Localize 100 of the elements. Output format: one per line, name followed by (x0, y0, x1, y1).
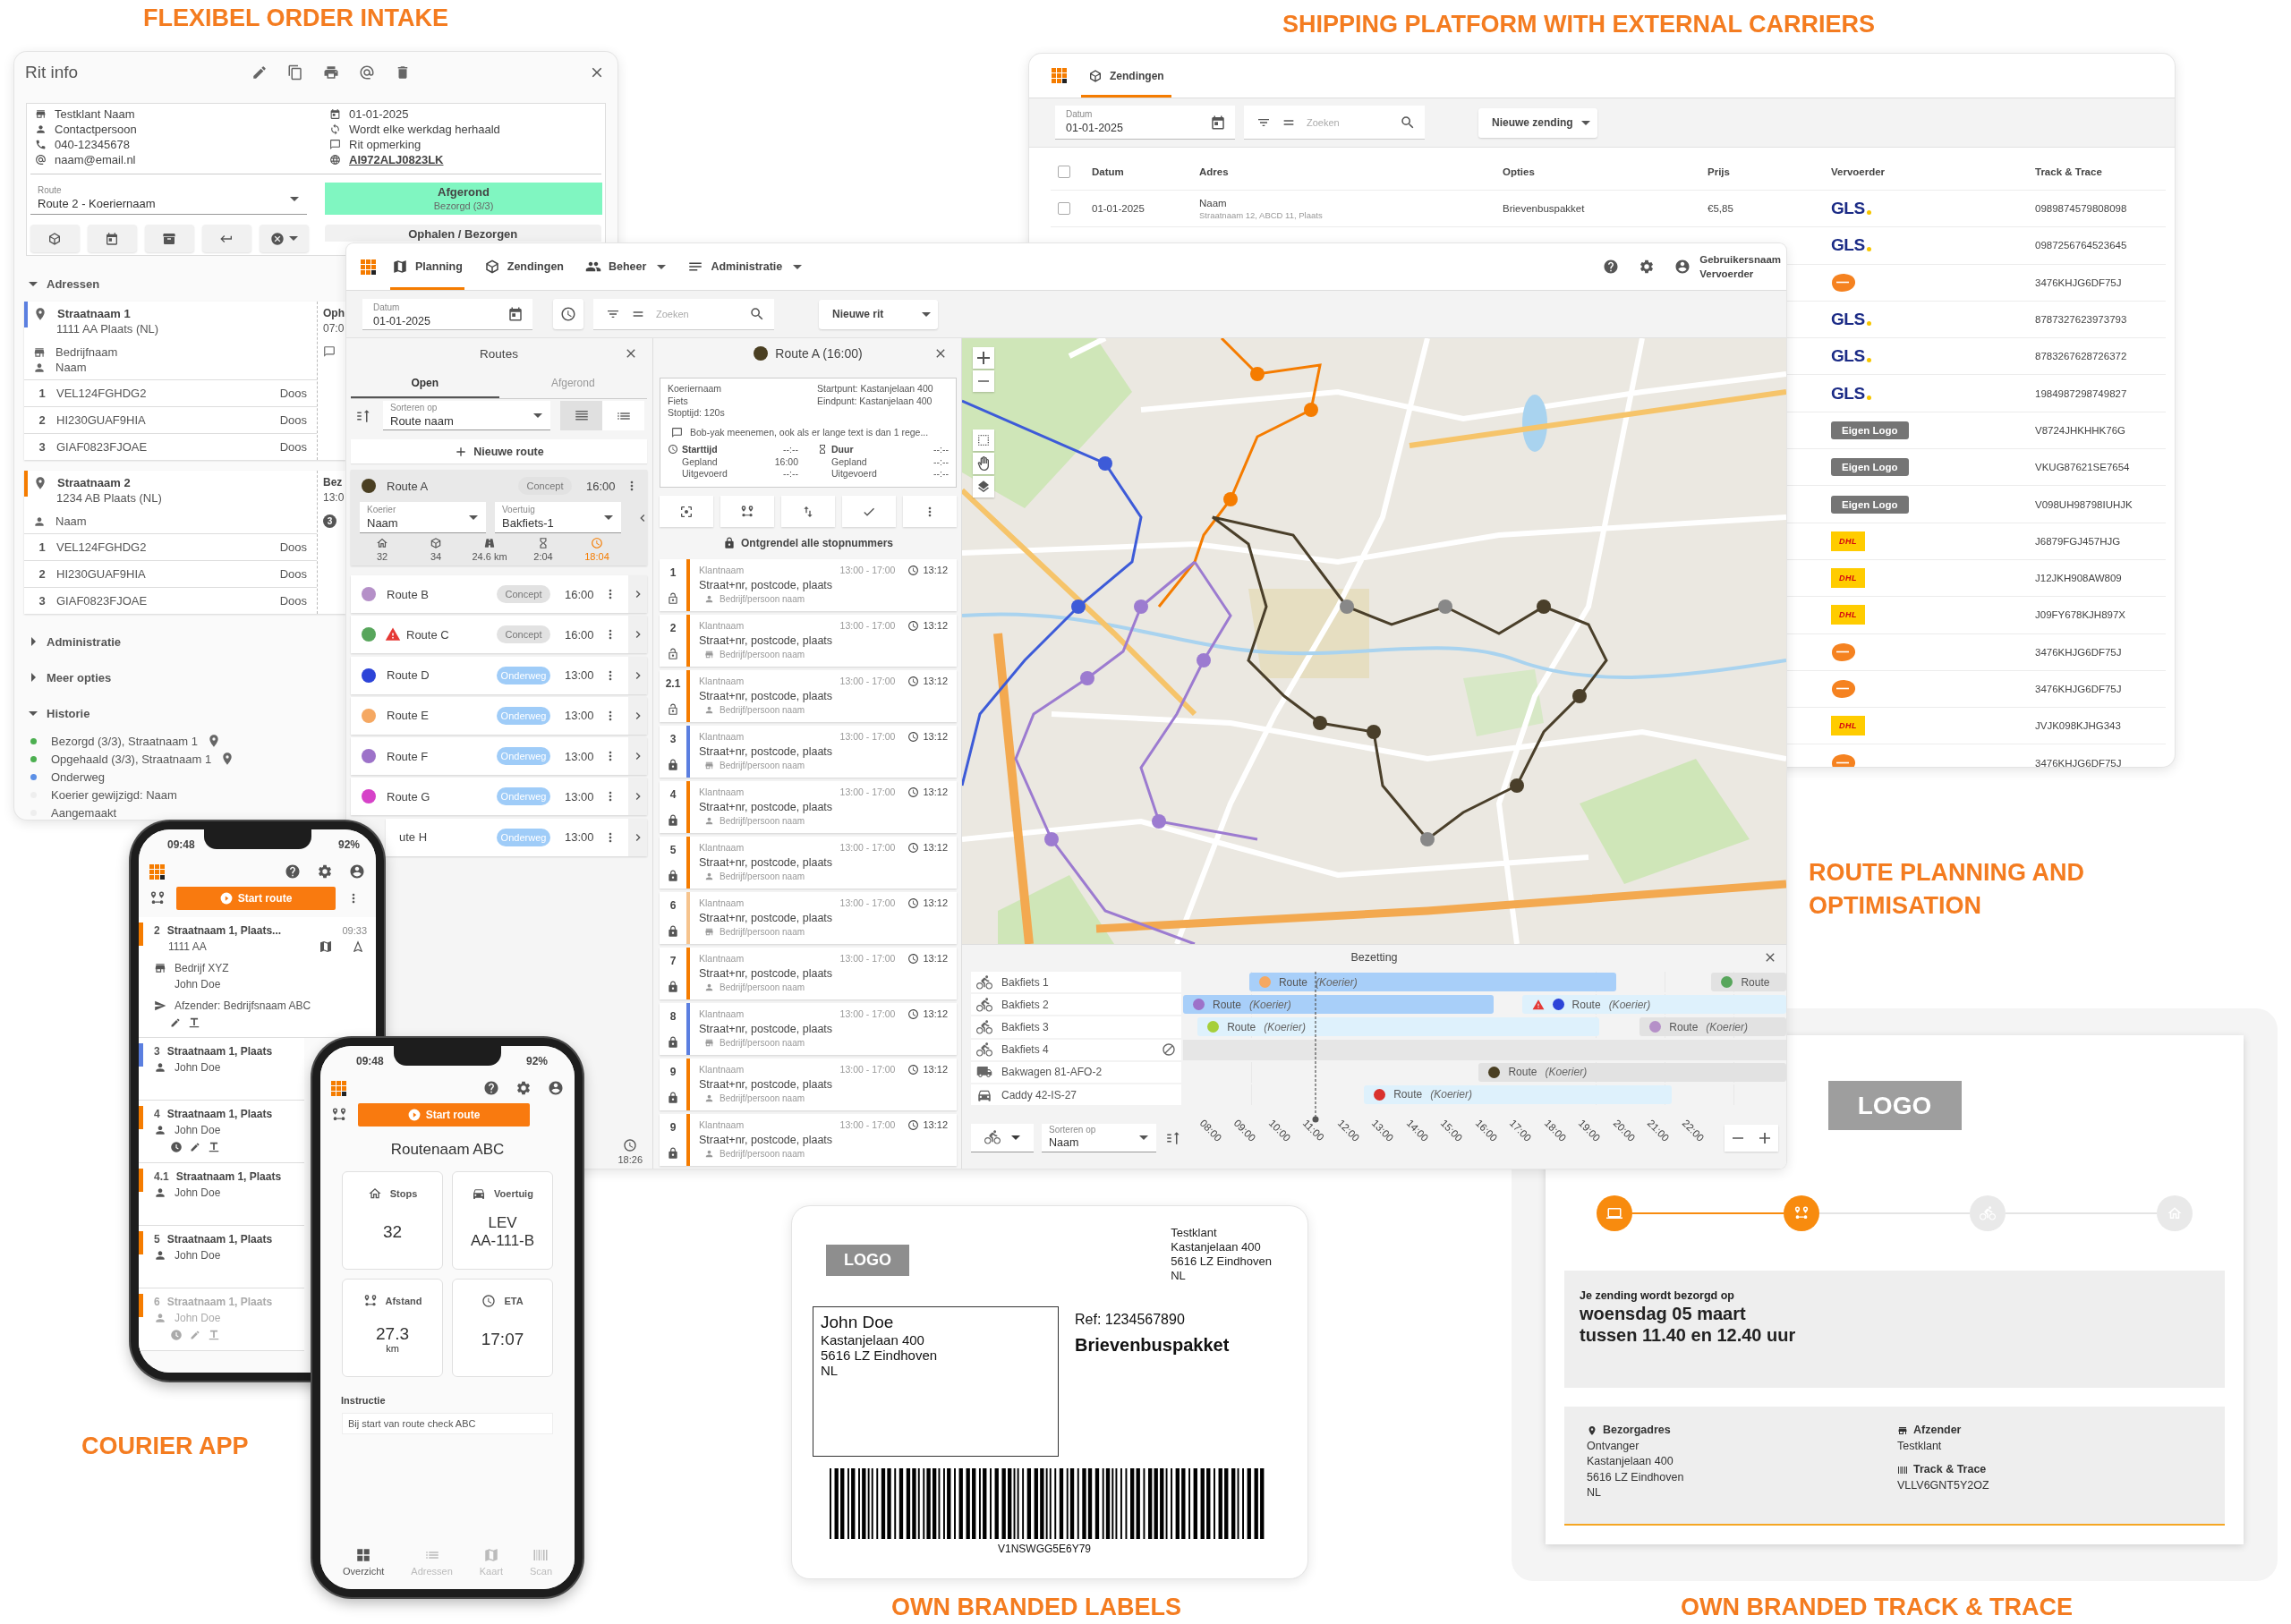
return-button[interactable] (201, 225, 251, 252)
view-toggle[interactable] (560, 401, 602, 430)
stop-card[interactable]: 8 Klantnaam 13:00 - 17:00 13:12 Straat+nr, postcode, plaats Bedrijf/persoon naam (660, 1003, 957, 1055)
nav-item[interactable]: Overzicht (342, 1547, 385, 1577)
pan-tool-button[interactable] (973, 453, 994, 474)
route-card[interactable]: Route F Onderweg 13:00 (351, 737, 647, 776)
select-tool-button[interactable] (973, 429, 994, 451)
stop-item[interactable]: 2 Straatnaam 1, Plaats... 09:33 1111 AA Bedrijf XYZ John Doe Afzender: Bedrijfsnaam ABC (139, 917, 376, 1038)
lock-icon[interactable] (667, 814, 679, 827)
booking-bar[interactable]: Route (Koerier) (1197, 1017, 1600, 1037)
stop-item[interactable]: 4.1 Straatnaam 1, Plaats John Doe (139, 1163, 304, 1226)
stop-item[interactable]: 4 Straatnaam 1, Plaats John Doe (139, 1101, 304, 1163)
booking-bar[interactable]: Route (Koerier) (1478, 1062, 1786, 1082)
lock-icon[interactable] (667, 870, 679, 882)
lock-icon[interactable] (667, 925, 679, 938)
map-marker[interactable] (1537, 599, 1551, 614)
new-shipment-button[interactable]: Nieuwe zending (1478, 107, 1597, 138)
pencil-icon[interactable] (190, 1142, 200, 1152)
unlock-all-button[interactable]: Ontgrendel alle stopnummers (660, 527, 957, 559)
map-marker[interactable] (1313, 716, 1327, 730)
map-marker[interactable] (1071, 599, 1086, 614)
route-card[interactable]: Route E Onderweg 13:00 (351, 696, 647, 735)
pencil-icon[interactable] (170, 1017, 181, 1028)
section-toggle[interactable]: Adressen (28, 275, 207, 293)
archive-button[interactable] (144, 225, 194, 252)
vehicle-select[interactable]: Voertuig Bakfiets-1 (495, 502, 621, 533)
text-icon[interactable] (208, 1141, 220, 1153)
map-marker[interactable] (1420, 832, 1435, 846)
select-all-checkbox[interactable] (1058, 166, 1070, 178)
stop-card[interactable]: 6 Klantnaam 13:00 - 17:00 13:12 Straat+nr, postcode, plaats Bedrijf/persoon naam (660, 892, 957, 944)
sort-select[interactable]: Sorteren op Route naam (383, 401, 550, 430)
stop-card[interactable]: 2 Klantnaam 13:00 - 17:00 13:12 Straat+nr, postcode, plaats Bedrijf/persoon naam (660, 615, 957, 667)
courier-select[interactable]: Koerier Naam (360, 502, 486, 533)
lock-icon[interactable] (667, 1092, 679, 1104)
lock-icon[interactable] (667, 981, 679, 993)
stop-card[interactable]: 5 Klantnaam 13:00 - 17:00 13:12 Straat+nr, postcode, plaats Bedrijf/persoon naam (660, 837, 957, 889)
account-icon[interactable] (349, 863, 365, 880)
section-toggle[interactable]: Historie (28, 695, 207, 731)
unlocked-lock-icon[interactable] (667, 592, 679, 605)
at-sign-icon[interactable] (359, 64, 375, 81)
printer-icon[interactable] (323, 64, 339, 81)
instruction-field[interactable]: Bij start van route check ABC (342, 1413, 553, 1434)
unlocked-lock-icon[interactable] (667, 648, 679, 660)
route-card[interactable]: Route D Onderweg 13:00 (351, 656, 647, 694)
help-icon[interactable] (285, 863, 301, 880)
nav-tab[interactable]: Beheer (583, 243, 669, 290)
pencil-icon[interactable] (251, 64, 268, 81)
stop-card[interactable]: 1 Klantnaam 13:00 - 17:00 13:12 Straat+nr, postcode, plaats Bedrijf/persoon naam (660, 559, 957, 611)
view-toggle[interactable] (602, 401, 644, 430)
navigation-icon[interactable] (351, 940, 365, 954)
help-icon[interactable] (1603, 259, 1620, 275)
route-button[interactable] (720, 496, 774, 527)
parcel-button[interactable] (30, 225, 80, 252)
map-marker[interactable] (1510, 778, 1524, 793)
booking-bar[interactable]: Route (Koerier) (1521, 995, 1786, 1015)
zoom-out-button[interactable] (973, 370, 994, 392)
account-icon[interactable] (1674, 259, 1691, 275)
map-marker[interactable] (1367, 725, 1381, 739)
zoom-in-button[interactable] (973, 347, 994, 369)
section-toggle[interactable]: Administratie (28, 624, 207, 659)
pickup-delivery-button[interactable]: Ophalen / Bezorgen (324, 225, 601, 242)
sort-select[interactable]: Sorteren op Naam (1042, 1123, 1156, 1152)
map-marker[interactable] (1304, 403, 1318, 417)
stop-card[interactable]: 2.1 Klantnaam 13:00 - 17:00 13:12 Straat+nr, postcode, plaats Bedrijf/persoon naam (660, 670, 957, 722)
stop-card[interactable]: 9 Klantnaam 13:00 - 17:00 13:12 Straat+nr, postcode, plaats Bedrijf/persoon naam (660, 1059, 957, 1110)
map-marker[interactable] (1044, 832, 1059, 846)
date-field[interactable]: Datum 01-01-2025 (362, 298, 532, 330)
layers-button[interactable] (973, 476, 994, 497)
new-route-button[interactable]: Nieuwe route (351, 439, 647, 463)
unlocked-lock-icon[interactable] (667, 703, 679, 716)
booking-bar[interactable]: Route (1711, 973, 1786, 991)
calendar-button[interactable] (87, 225, 137, 252)
map-marker[interactable] (1152, 814, 1166, 829)
map-marker[interactable] (1438, 599, 1452, 614)
new-trip-button[interactable]: Nieuwe rit (819, 299, 938, 329)
reference-link[interactable]: AI972ALJ0823LK (349, 153, 444, 166)
booking-bar[interactable]: Route (Koerier) (1248, 973, 1617, 991)
lock-icon[interactable] (667, 1036, 679, 1049)
map-marker[interactable] (1340, 599, 1354, 614)
nav-tab[interactable]: Administratie (686, 243, 805, 290)
route-card[interactable]: Route A Concept 16:00 Koerier Naam Voertuig Bakfiets-1 32 34 24.6 km 2:04 18:04 (351, 470, 647, 565)
settings-icon[interactable] (317, 863, 333, 880)
stop-card[interactable]: 9 Klantnaam 13:00 - 17:00 13:12 Straat+nr, postcode, plaats Bedrijf/persoon naam (660, 1114, 957, 1166)
tab[interactable]: Open (351, 369, 499, 398)
booking-bar[interactable]: Route (Koerier) (1364, 1084, 1672, 1104)
vehicle-filter[interactable] (971, 1123, 1034, 1152)
stop-item[interactable]: 3 Straatnaam 1, Plaats John Doe (139, 1038, 304, 1101)
zoom-in-button[interactable] (1751, 1125, 1778, 1152)
lock-icon[interactable] (667, 1147, 679, 1160)
map-icon[interactable] (319, 940, 333, 954)
route-card[interactable]: ute H Onderweg 13:00 (386, 818, 647, 856)
settings-icon[interactable] (1639, 259, 1656, 275)
text-icon[interactable] (188, 1016, 200, 1029)
stop-card[interactable]: 4 Klantnaam 13:00 - 17:00 13:12 Straat+nr, postcode, plaats Bedrijf/persoon naam (660, 781, 957, 833)
route-card[interactable]: Route G Onderweg 13:00 (351, 778, 647, 816)
settings-icon[interactable] (515, 1080, 532, 1096)
route-icon[interactable] (149, 890, 166, 906)
date-field[interactable]: Datum 01-01-2025 (1055, 106, 1235, 140)
map-marker[interactable] (1223, 492, 1238, 506)
map-marker[interactable] (1134, 599, 1148, 614)
